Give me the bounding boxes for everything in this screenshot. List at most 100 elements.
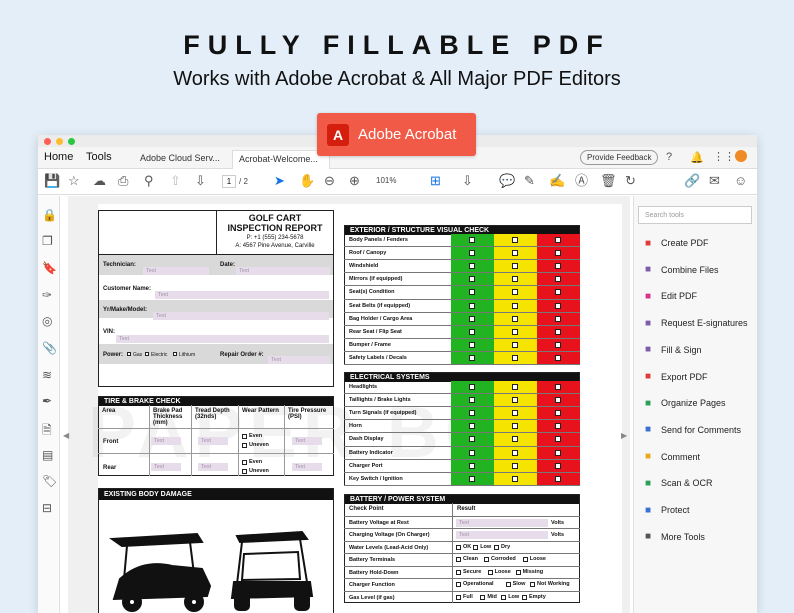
tool-comment[interactable]: ■ Comment (642, 450, 700, 464)
status-checkbox[interactable] (555, 315, 561, 322)
battery-option-checkbox[interactable] (522, 594, 527, 600)
text-select-icon[interactable]: Ⓐ (575, 174, 588, 188)
status-checkbox[interactable] (555, 475, 561, 482)
power-lithium-checkbox[interactable] (173, 352, 177, 356)
status-checkbox[interactable] (469, 289, 475, 296)
zoom-level[interactable]: 101% (376, 176, 396, 185)
status-checkbox[interactable] (469, 354, 475, 361)
status-checkbox[interactable] (512, 276, 518, 283)
upload-cloud-icon[interactable]: ☁ (93, 174, 106, 188)
status-checkbox[interactable] (469, 276, 475, 283)
status-checkbox[interactable] (512, 328, 518, 335)
status-checkbox[interactable] (555, 302, 561, 309)
status-checkbox[interactable] (469, 237, 475, 243)
battery-option-checkbox[interactable] (456, 544, 461, 550)
page-up-icon[interactable]: ⇧ (170, 174, 181, 188)
comment-tool-icon[interactable]: 💬 (499, 174, 515, 188)
tab-acrobat-welcome[interactable]: Acrobat-Welcome... × (232, 150, 330, 180)
layers-icon[interactable]: ≋ (42, 368, 52, 382)
technician-field[interactable]: Text (143, 267, 209, 275)
collapse-left-icon[interactable]: ◀ (63, 431, 69, 440)
tool-export-pdf[interactable]: ■ Export PDF (642, 370, 708, 384)
status-checkbox[interactable] (555, 384, 561, 390)
battery-option-checkbox[interactable] (456, 557, 461, 562)
maximize-window-icon[interactable] (68, 137, 75, 145)
status-checkbox[interactable] (469, 263, 475, 270)
tag-icon[interactable]: 🏷 (42, 474, 57, 488)
status-checkbox[interactable] (512, 397, 518, 404)
tool-create-pdf[interactable]: ■ Create PDF (642, 236, 709, 250)
email-icon[interactable]: ✉ (709, 174, 720, 188)
help-icon[interactable]: ? (666, 151, 672, 163)
status-checkbox[interactable] (512, 250, 518, 257)
customer-name-field[interactable]: Text (155, 291, 329, 299)
power-gas-checkbox[interactable] (127, 352, 131, 356)
share-link-icon[interactable]: 🔗 (684, 174, 700, 188)
status-checkbox[interactable] (512, 423, 518, 430)
form-icon[interactable]: ▤ (42, 448, 53, 462)
battery-option-checkbox[interactable] (501, 594, 507, 600)
status-checkbox[interactable] (512, 475, 518, 482)
target-icon[interactable]: ◎ (42, 314, 52, 328)
status-checkbox[interactable] (512, 263, 518, 270)
select-cursor-icon[interactable]: ➤ (274, 174, 285, 188)
status-checkbox[interactable] (512, 237, 518, 243)
bookmark-icon[interactable]: 🔖 (42, 261, 57, 275)
status-checkbox[interactable] (469, 341, 475, 348)
battery-option-checkbox[interactable] (522, 557, 528, 562)
avatar[interactable] (735, 150, 747, 162)
vin-field[interactable]: Text (116, 335, 329, 343)
pages-icon[interactable]: ❐ (42, 234, 53, 248)
status-checkbox[interactable] (469, 462, 475, 469)
document-viewport[interactable]: GOLF CART INSPECTION REPORT P: +1 (555) … (68, 196, 630, 613)
status-checkbox[interactable] (555, 462, 561, 469)
date-field[interactable]: Text (236, 267, 330, 275)
tool-protect[interactable]: ■ Protect (642, 503, 690, 517)
status-checkbox[interactable] (555, 354, 561, 361)
zoom-search-icon[interactable]: ⚲ (144, 174, 154, 188)
apps-grid-icon[interactable]: ⋮⋮ (713, 150, 735, 163)
draw-icon[interactable]: ✍ (549, 174, 565, 188)
status-checkbox[interactable] (512, 341, 518, 348)
tool-organize-pages[interactable]: ■ Organize Pages (642, 396, 726, 410)
battery-option-checkbox[interactable] (505, 582, 511, 587)
battery-option-checkbox[interactable] (530, 582, 535, 587)
status-checkbox[interactable] (555, 449, 561, 456)
tire-measure-field[interactable]: Text (151, 463, 181, 471)
status-checkbox[interactable] (469, 423, 475, 430)
status-checkbox[interactable] (469, 397, 475, 404)
status-checkbox[interactable] (555, 289, 561, 296)
battery-option-checkbox[interactable] (480, 594, 486, 600)
zoom-out-icon[interactable]: ⊖ (324, 174, 335, 188)
status-checkbox[interactable] (469, 475, 475, 482)
tool-request-esign[interactable]: ■ Request E-signatures (642, 316, 748, 330)
print-icon[interactable]: ⎙ (118, 174, 128, 188)
status-checkbox[interactable] (555, 328, 561, 335)
status-checkbox[interactable] (555, 250, 561, 257)
tire-measure-field[interactable]: Text (292, 437, 322, 445)
status-checkbox[interactable] (512, 410, 518, 417)
tool-send-comments[interactable]: ■ Send for Comments (642, 423, 741, 437)
status-checkbox[interactable] (469, 449, 475, 456)
nav-tools[interactable]: Tools (86, 151, 112, 163)
delete-icon[interactable]: 🗑 (600, 174, 617, 188)
tire-measure-field[interactable]: Text (198, 437, 228, 445)
tab-adobe-cloud[interactable]: Adobe Cloud Serv... (134, 150, 226, 169)
tool-more-tools[interactable]: ■ More Tools (642, 530, 705, 544)
bookmark-star-icon[interactable]: ☆ (68, 174, 80, 188)
status-checkbox[interactable] (555, 263, 561, 270)
status-checkbox[interactable] (555, 436, 561, 443)
status-checkbox[interactable] (512, 462, 518, 469)
status-checkbox[interactable] (555, 276, 561, 283)
tire-measure-field[interactable]: Text (292, 463, 322, 471)
search-tools-input[interactable]: Search tools (638, 206, 752, 224)
status-checkbox[interactable] (512, 436, 518, 443)
structure-icon[interactable]: ⊟ (42, 501, 52, 515)
battery-option-checkbox[interactable] (473, 544, 479, 550)
status-checkbox[interactable] (512, 302, 518, 309)
tool-scan-ocr[interactable]: ■ Scan & OCR (642, 476, 713, 490)
status-checkbox[interactable] (469, 328, 475, 335)
wear-checkbox[interactable] (242, 469, 247, 474)
status-checkbox[interactable] (512, 289, 518, 296)
voltage-field[interactable]: Text (456, 531, 548, 539)
